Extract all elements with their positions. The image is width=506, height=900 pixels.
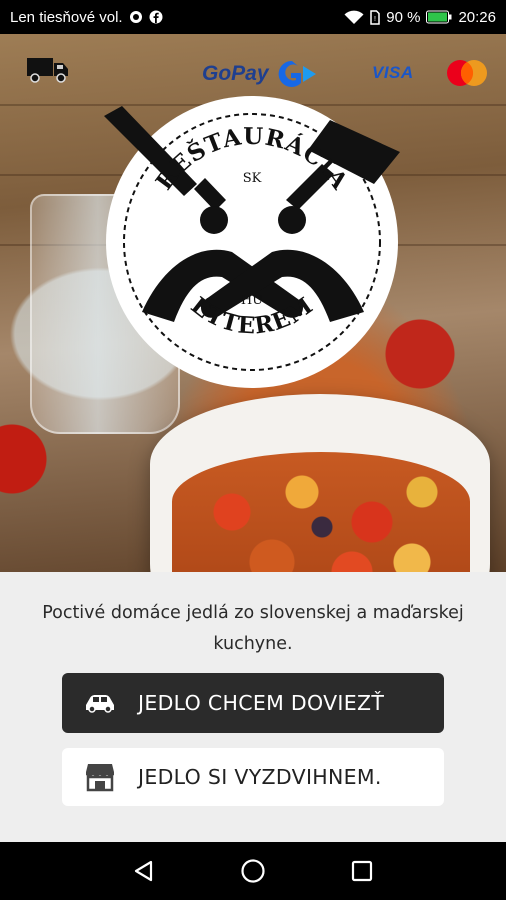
gopay-text: GoPay (202, 62, 269, 85)
whatsapp-icon (129, 10, 143, 24)
delivery-truck-icon (26, 54, 70, 89)
store-icon (62, 762, 138, 792)
pickup-button-label: JEDLO SI VYZDVIHNEM. (138, 765, 382, 789)
car-icon (62, 693, 138, 713)
logo-badge-bottom: HU (241, 293, 263, 308)
restaurant-logo: REŠTAURÁCIA ÉTTEREM SK HU (102, 92, 402, 392)
home-icon (241, 859, 265, 883)
visa-logo: VISA (372, 63, 414, 82)
svg-text:!: ! (374, 16, 376, 23)
back-icon (135, 860, 153, 882)
delivery-button[interactable]: JEDLO CHCEM DOVIEZŤ (62, 673, 444, 733)
back-button[interactable] (119, 846, 169, 896)
logo-badge-top: SK (243, 171, 262, 186)
action-panel: Poctivé domáce jedlá zo slovenskej a maď… (0, 572, 506, 842)
mastercard-icon (444, 58, 490, 93)
home-button[interactable] (228, 846, 278, 896)
facebook-icon (149, 10, 163, 24)
clock: 20:26 (458, 8, 496, 26)
status-bar: Len tiesňové vol. ! 90 % 20:26 (0, 0, 506, 34)
battery-icon (426, 10, 452, 24)
wifi-icon (344, 10, 364, 25)
recents-button[interactable] (337, 846, 387, 896)
vegetable-stew (172, 452, 470, 572)
tagline: Poctivé domáce jedlá zo slovenskej a maď… (42, 603, 464, 654)
battery-percent: 90 % (386, 8, 421, 26)
gopay-mark-icon (278, 60, 316, 87)
delivery-button-label: JEDLO CHCEM DOVIEZŤ (138, 691, 385, 715)
gopay-logo: GoPay (202, 58, 320, 90)
recents-icon (351, 860, 372, 882)
sim-icon: ! (370, 9, 380, 25)
pickup-button[interactable]: JEDLO SI VYZDVIHNEM. (62, 748, 444, 806)
navigation-bar (0, 842, 506, 900)
carrier-label: Len tiesňové vol. (10, 8, 123, 26)
